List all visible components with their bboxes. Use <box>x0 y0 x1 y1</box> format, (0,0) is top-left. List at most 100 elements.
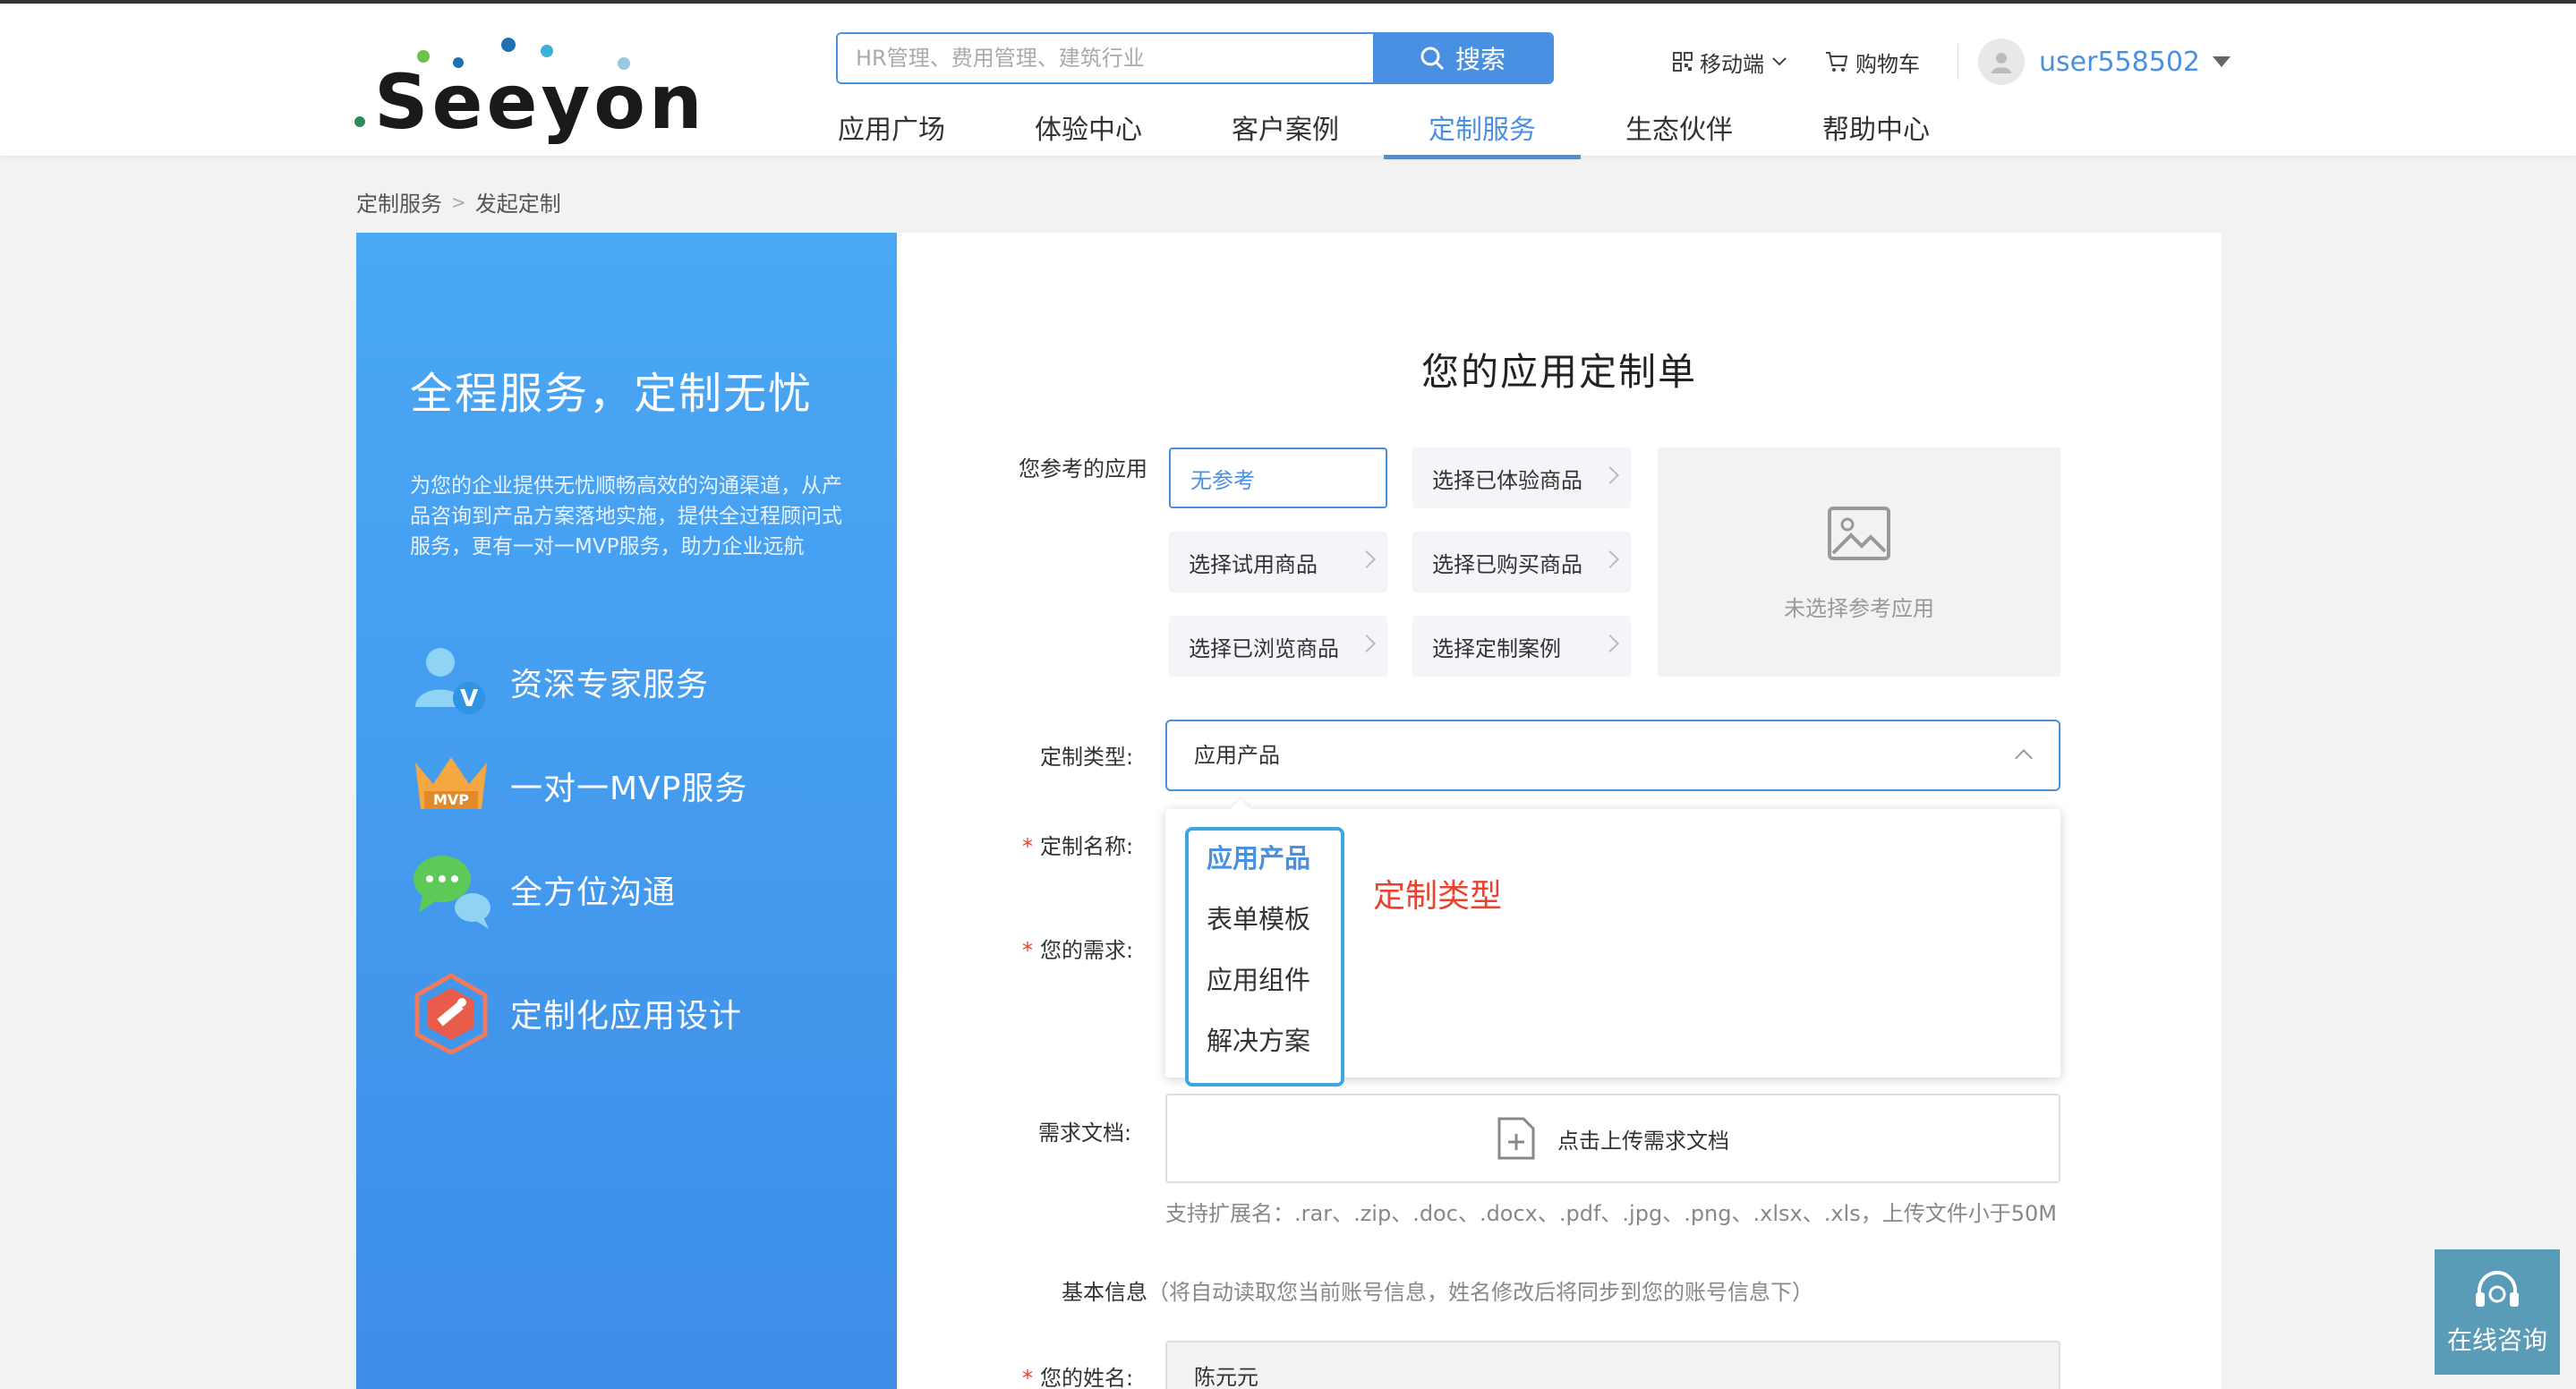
reference-preview: 未选择参考应用 <box>1658 447 2060 677</box>
ref-experienced-label: 选择已体验商品 <box>1432 467 1582 493</box>
nav-item-help[interactable]: 帮助中心 <box>1778 104 1975 159</box>
image-placeholder-icon <box>1828 507 1890 560</box>
basic-info-label: 基本信息 <box>1062 1280 1147 1305</box>
upload-text: 点击上传需求文档 <box>1557 1128 1729 1154</box>
search-input[interactable] <box>838 34 1373 82</box>
nav-item-experience[interactable]: 体验中心 <box>990 104 1187 159</box>
user-icon <box>1992 53 2012 73</box>
feature-label: 定制化应用设计 <box>510 998 743 1035</box>
chevron-right-icon <box>1601 550 1619 568</box>
feature-design: 定制化应用设计 <box>410 972 743 1055</box>
need-label-text: 您的需求: <box>1040 938 1134 963</box>
ref-none-button[interactable]: 无参考 <box>1169 447 1387 508</box>
basic-info-note: （将自动读取您当前账号信息，姓名修改后将同步到您的账号信息下） <box>1147 1280 1813 1305</box>
ref-purchased-label: 选择已购买商品 <box>1432 551 1582 577</box>
need-label: * 您的需求: <box>1022 933 1133 964</box>
type-option-solution[interactable]: 解决方案 <box>1207 1020 1310 1058</box>
cart-icon <box>1826 52 1848 72</box>
preview-empty-text: 未选择参考应用 <box>1784 596 1934 621</box>
type-option-app-component[interactable]: 应用组件 <box>1207 959 1310 997</box>
required-mark: * <box>1022 938 1033 963</box>
mobile-label: 移动端 <box>1700 51 1765 77</box>
panel-description: 为您的企业提供无忧顺畅高效的沟通渠道，从产品咨询到产品方案落地实施，提供全过程顾… <box>410 474 842 558</box>
breadcrumb-separator: > <box>451 191 466 213</box>
logo-text: Seeyon <box>374 58 706 146</box>
main-nav: 应用广场 体验中心 客户案例 定制服务 生态伙伴 帮助中心 <box>793 104 1975 159</box>
cart-link[interactable]: 购物车 <box>1825 47 1920 78</box>
search-button-label: 搜索 <box>1454 45 1506 74</box>
type-option-form-template[interactable]: 表单模板 <box>1207 899 1310 936</box>
custom-order-form: 您的应用定制单 您参考的应用 无参考 选择已体验商品 选择试用商品 选择已购买商… <box>897 233 2222 1389</box>
type-select[interactable]: 应用产品 <box>1165 720 2060 791</box>
name-label-text: 定制名称: <box>1040 834 1134 859</box>
online-consult-button[interactable]: 在线咨询 <box>2435 1249 2560 1375</box>
nav-item-custom-service[interactable]: 定制服务 <box>1384 104 1581 159</box>
required-mark: * <box>1022 1366 1033 1389</box>
ref-purchased-button[interactable]: 选择已购买商品 <box>1412 532 1631 592</box>
upload-doc-button[interactable]: 点击上传需求文档 <box>1165 1094 2060 1183</box>
chevron-right-icon <box>1358 635 1376 652</box>
mvp-crown-icon: MVP <box>410 745 492 827</box>
nav-item-partners[interactable]: 生态伙伴 <box>1581 104 1778 159</box>
search-button[interactable]: 搜索 <box>1373 34 1552 82</box>
breadcrumb-parent[interactable]: 定制服务 <box>356 186 442 217</box>
feature-label: 资深专家服务 <box>510 667 710 703</box>
feature-expert: V 资深专家服务 <box>410 641 709 723</box>
required-mark: * <box>1022 834 1033 859</box>
cart-label: 购物车 <box>1855 51 1921 77</box>
seeyon-logo[interactable]: Seeyon <box>349 30 703 140</box>
design-icon <box>410 972 492 1055</box>
logo-dot <box>541 45 553 57</box>
your-name-label: * 您的姓名: <box>1022 1360 1133 1389</box>
upload-hint: 支持扩展名：.rar、.zip、.doc、.docx、.pdf、.jpg、.pn… <box>1165 1201 2057 1226</box>
ref-experienced-button[interactable]: 选择已体验商品 <box>1412 447 1631 508</box>
name-label: * 定制名称: <box>1022 829 1133 860</box>
ref-case-label: 选择定制案例 <box>1432 635 1561 661</box>
feature-communication: 全方位沟通 <box>410 848 676 931</box>
qr-code-icon <box>1673 52 1693 72</box>
feature-mvp: MVP 一对一MVP服务 <box>410 745 747 827</box>
type-options-list: 应用产品 表单模板 应用组件 解决方案 <box>1185 827 1344 1086</box>
file-add-icon <box>1497 1117 1535 1160</box>
search-icon <box>1420 47 1445 71</box>
nav-item-app-plaza[interactable]: 应用广场 <box>793 104 990 159</box>
your-name-input[interactable]: 陈元元 <box>1165 1341 2060 1389</box>
avatar[interactable] <box>1978 38 2026 85</box>
chevron-up-icon <box>2015 749 2033 767</box>
chevron-right-icon <box>1601 466 1619 484</box>
logo-dot <box>501 38 516 52</box>
logo-dot <box>354 116 365 127</box>
type-option-app-product[interactable]: 应用产品 <box>1207 838 1310 875</box>
type-select-value: 应用产品 <box>1194 743 1280 768</box>
basic-info-heading: 基本信息（将自动读取您当前账号信息，姓名修改后将同步到您的账号信息下） <box>1062 1274 1813 1306</box>
annotation-callout: 定制类型 <box>1373 878 1503 915</box>
ref-none-label: 无参考 <box>1190 467 1255 493</box>
feature-label: 一对一MVP服务 <box>510 771 748 807</box>
search-box: 搜索 <box>836 32 1554 84</box>
ref-trial-button[interactable]: 选择试用商品 <box>1169 532 1387 592</box>
your-name-label-text: 您的姓名: <box>1040 1366 1134 1389</box>
ref-case-button[interactable]: 选择定制案例 <box>1412 616 1631 677</box>
mvp-badge-text: MVP <box>433 791 469 808</box>
caret-down-icon[interactable] <box>2213 56 2231 67</box>
consult-label: 在线咨询 <box>2446 1325 2547 1355</box>
nav-item-cases[interactable]: 客户案例 <box>1187 104 1384 159</box>
feature-label: 全方位沟通 <box>510 874 677 911</box>
ref-browsed-label: 选择已浏览商品 <box>1189 635 1339 661</box>
dropdown-arrow <box>1230 798 1251 820</box>
type-label: 定制类型: <box>1040 745 1134 770</box>
ref-trial-label: 选择试用商品 <box>1189 551 1318 577</box>
panel-title: 全程服务，定制无忧 <box>410 369 814 419</box>
user-toolbar: 移动端 购物车 user558502 <box>1673 38 2576 85</box>
ref-browsed-button[interactable]: 选择已浏览商品 <box>1169 616 1387 677</box>
reference-label: 您参考的应用 <box>1019 456 1147 481</box>
chevron-right-icon <box>1601 635 1619 652</box>
headset-icon <box>2476 1271 2519 1307</box>
chevron-down-icon <box>1772 57 1787 66</box>
mobile-menu[interactable]: 移动端 <box>1673 47 1787 78</box>
form-title: 您的应用定制单 <box>1420 350 1697 394</box>
doc-label: 需求文档: <box>1038 1121 1132 1146</box>
username[interactable]: user558502 <box>2039 47 2200 78</box>
service-intro-panel: 全程服务，定制无忧 为您的企业提供无忧顺畅高效的沟通渠道，从产品咨询到产品方案落… <box>356 233 897 1389</box>
chat-icon <box>410 848 492 931</box>
